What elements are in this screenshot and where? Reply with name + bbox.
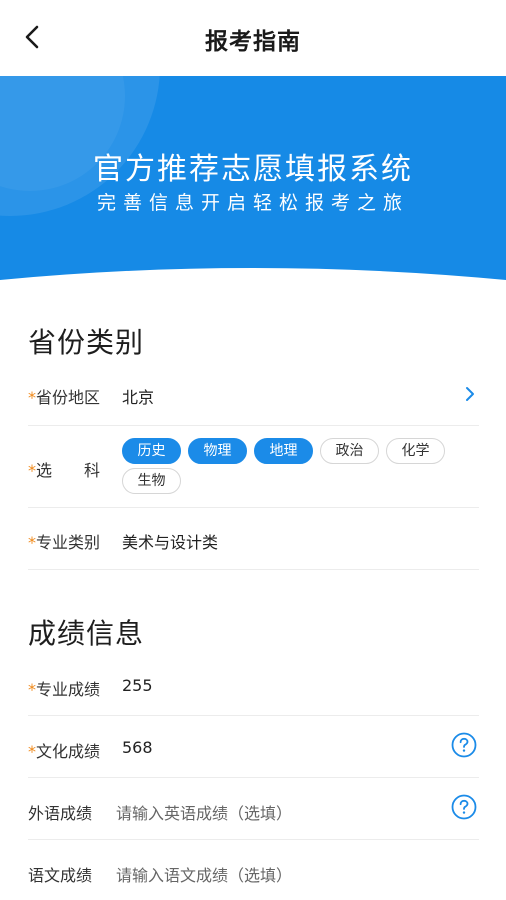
subject-chip-politics[interactable]: 政治: [320, 438, 379, 464]
major-category-label-text: 专业类别: [36, 533, 101, 552]
culture-score-label-text: 文化成绩: [36, 742, 101, 761]
chinese-score-row[interactable]: 语文成绩 请输入语文成绩（选填）: [28, 840, 479, 900]
banner-title: 官方推荐志愿填报系统: [93, 152, 413, 187]
banner-subtitle: 完善信息开启轻松报考之旅: [96, 192, 409, 214]
subjects-label: *选 科: [28, 457, 100, 481]
required-star: *: [28, 680, 36, 699]
major-score-row[interactable]: *专业成绩 255: [28, 654, 479, 716]
chinese-score-label: 语文成绩: [28, 866, 93, 885]
province-value: 北京: [122, 388, 155, 407]
major-score-value[interactable]: 255: [122, 676, 153, 695]
subject-chip-history[interactable]: 历史: [122, 438, 181, 464]
province-row[interactable]: *省份地区 北京: [28, 364, 479, 426]
page-title: 报考指南: [205, 29, 301, 55]
subject-chip-physics[interactable]: 物理: [188, 438, 247, 464]
nav-bar: 报考指南: [0, 0, 506, 76]
subject-chip-chemistry[interactable]: 化学: [386, 438, 445, 464]
major-category-value: 美术与设计类: [122, 533, 219, 552]
major-score-label: *专业成绩: [28, 676, 100, 700]
english-score-input[interactable]: 请输入英语成绩（选填）: [116, 800, 292, 824]
province-label-text: 省份地区: [36, 388, 101, 407]
subject-chip-biology[interactable]: 生物: [122, 468, 181, 494]
subject-chip-geography[interactable]: 地理: [254, 438, 313, 464]
required-star: *: [28, 461, 36, 480]
province-label: *省份地区: [28, 384, 100, 408]
section-title-score: 成绩信息: [28, 617, 145, 650]
section-title-province: 省份类别: [28, 326, 145, 359]
required-star: *: [28, 742, 36, 761]
subjects-row: *选 科 历史 物理 地理 政治 化学 生物: [28, 426, 479, 508]
hero-banner: 官方推荐志愿填报系统 完善信息开启轻松报考之旅: [0, 76, 506, 280]
required-star: *: [28, 533, 36, 552]
culture-score-row[interactable]: *文化成绩 568: [28, 716, 479, 778]
required-star: *: [28, 388, 36, 407]
question-circle-icon[interactable]: [451, 794, 477, 820]
major-category-label: *专业类别: [28, 529, 100, 553]
major-category-row[interactable]: *专业类别 美术与设计类: [28, 508, 479, 570]
subjects-label-text: 选 科: [36, 461, 101, 480]
question-circle-icon[interactable]: [451, 732, 477, 758]
english-score-row[interactable]: 外语成绩 请输入英语成绩（选填）: [28, 778, 479, 840]
major-score-label-text: 专业成绩: [36, 680, 101, 699]
culture-score-label: *文化成绩: [28, 738, 100, 762]
chevron-right-icon[interactable]: [463, 385, 477, 403]
chinese-score-input[interactable]: 请输入语文成绩（选填）: [116, 862, 292, 886]
english-score-label: 外语成绩: [28, 804, 93, 823]
culture-score-value[interactable]: 568: [122, 738, 153, 757]
